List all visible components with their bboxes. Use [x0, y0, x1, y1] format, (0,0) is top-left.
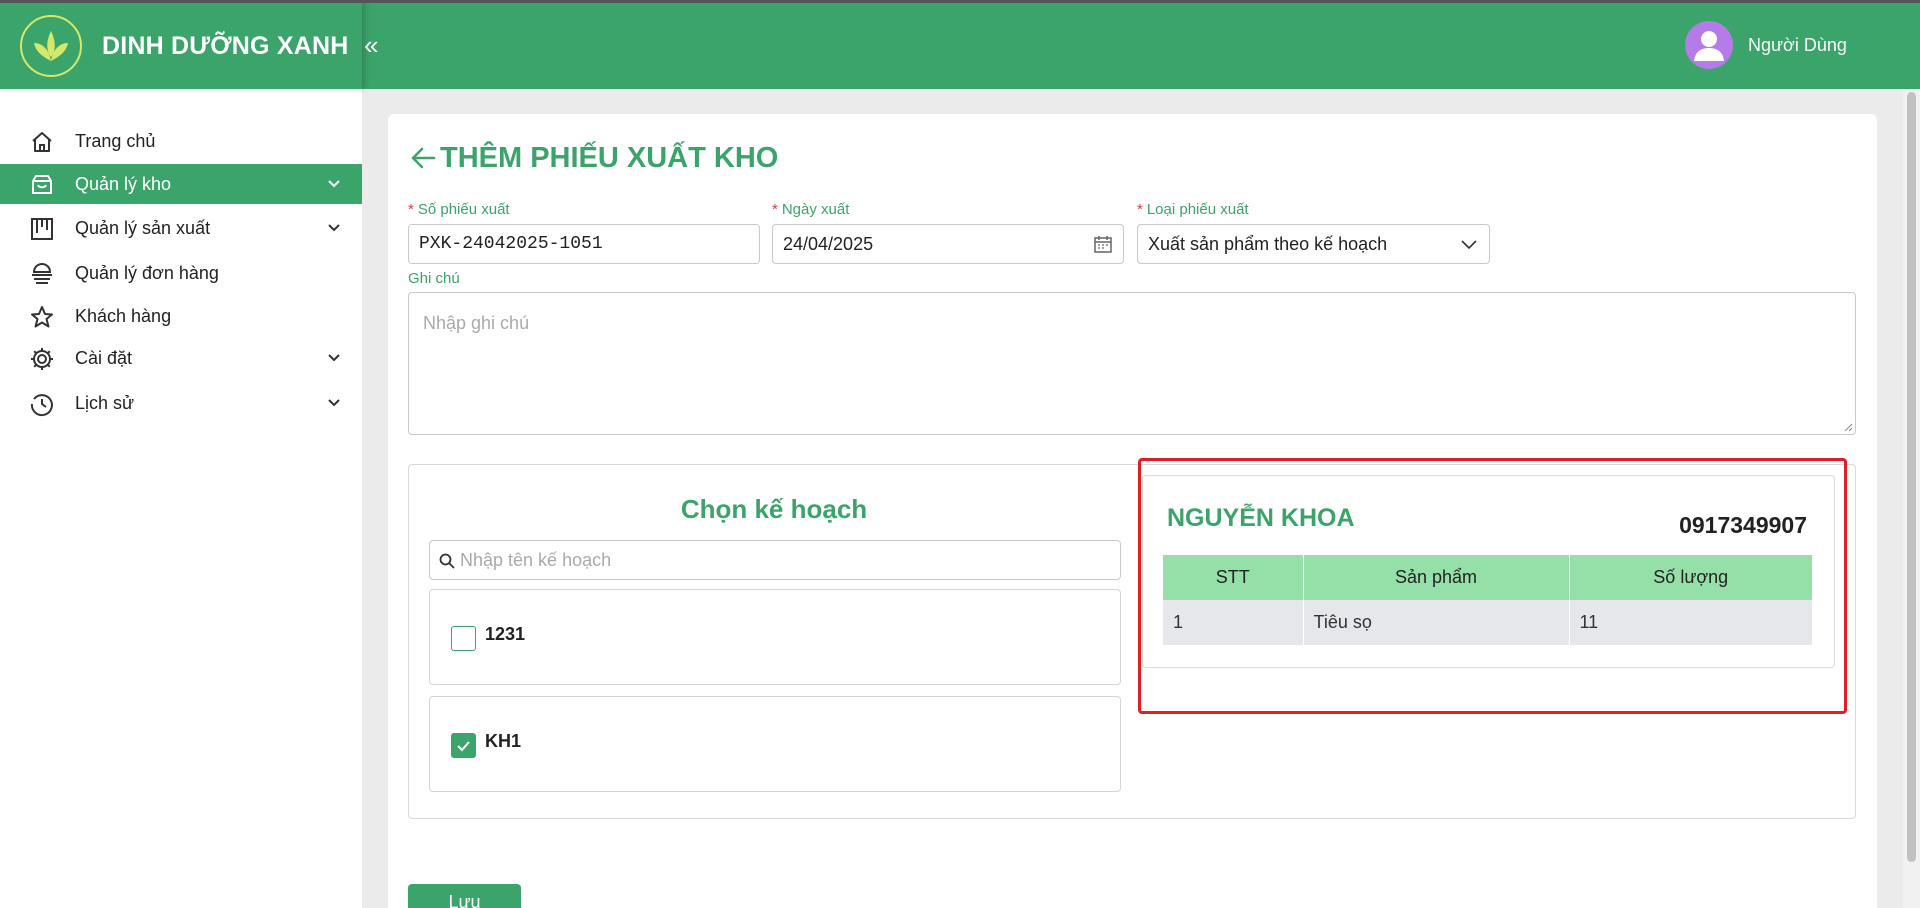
window-top-edge — [0, 0, 1920, 3]
sidebar-item-production[interactable]: Quản lý sản xuất — [0, 208, 362, 248]
sidebar-item-warehouse[interactable]: Quản lý kho — [0, 164, 362, 204]
calendar-icon[interactable] — [1093, 234, 1113, 254]
voucher-no-label: * Số phiếu xuất — [408, 201, 510, 218]
search-icon — [439, 553, 455, 569]
chevron-down-icon — [328, 224, 340, 232]
plan-checkbox[interactable] — [451, 626, 476, 651]
page-title-text: THÊM PHIẾU XUẤT KHO — [440, 141, 779, 174]
warehouse-icon — [32, 175, 52, 194]
back-arrow-icon[interactable] — [408, 143, 438, 173]
sidebar-item-label: Cài đặt — [75, 348, 133, 368]
date-label-text: Ngày xuất — [781, 201, 850, 218]
date-label: * Ngày xuất — [772, 201, 849, 218]
check-icon — [457, 741, 470, 752]
chevron-down-icon — [328, 354, 340, 362]
user-icon — [1694, 31, 1724, 61]
production-icon — [31, 218, 53, 240]
note-placeholder: Nhập ghi chú — [423, 313, 530, 333]
plan-item-1231[interactable]: 1231 — [429, 589, 1121, 685]
history-icon — [30, 394, 53, 417]
date-field[interactable]: 24/04/2025 — [772, 224, 1124, 264]
required-mark: * — [1137, 201, 1143, 218]
plan-code: 1231 — [485, 624, 526, 644]
sidebar-item-label: Trang chủ — [75, 131, 156, 151]
plan-section-title: Chọn kế hoạch — [680, 494, 868, 524]
orders-icon — [32, 262, 52, 284]
sidebar-item-settings[interactable]: Cài đặt — [0, 338, 362, 378]
voucher-no-field[interactable]: PXK-24042025-1051 — [408, 224, 760, 264]
chevron-down-icon — [328, 399, 340, 407]
sidebar-item-label: Quản lý đơn hàng — [75, 263, 219, 283]
save-button[interactable]: Lưu — [408, 884, 521, 908]
required-mark: * — [408, 201, 414, 218]
chevron-down-icon — [1461, 240, 1477, 250]
collapse-sidebar-button[interactable]: « — [364, 28, 384, 62]
sidebar-item-home[interactable]: Trang chủ — [0, 121, 362, 161]
plan-search-input[interactable] — [460, 541, 1110, 579]
plan-search[interactable] — [429, 540, 1121, 580]
sidebar-item-label: Lịch sử — [75, 393, 135, 413]
avatar[interactable] — [1685, 21, 1733, 69]
star-icon — [31, 306, 53, 328]
sidebar-item-label: Quản lý kho — [75, 174, 172, 194]
sidebar-item-orders[interactable]: Quản lý đơn hàng — [0, 253, 362, 293]
note-label: Ghi chú — [408, 270, 460, 287]
gear-icon — [31, 348, 53, 370]
sidebar-item-label: Quản lý sản xuất — [75, 218, 211, 238]
type-select[interactable]: Xuất sản phẩm theo kế hoạch — [1137, 224, 1490, 264]
plan-code: KH1 — [485, 731, 522, 751]
plan-item-kh1[interactable]: KH1 — [429, 696, 1121, 792]
brand-block: DINH DƯỠNG XANH — [0, 0, 362, 89]
sidebar-item-customers[interactable]: Khách hàng — [0, 296, 362, 336]
highlight-box — [1138, 458, 1847, 714]
chevron-down-icon — [328, 180, 340, 188]
type-label: * Loại phiếu xuất — [1137, 201, 1249, 218]
resize-handle-icon[interactable] — [1843, 422, 1853, 432]
home-icon — [32, 132, 52, 152]
note-textarea[interactable]: Nhập ghi chú — [408, 292, 1856, 435]
scrollbar-thumb[interactable] — [1907, 92, 1916, 862]
voucher-no-label-text: Số phiếu xuất — [417, 201, 510, 218]
sidebar-item-label: Khách hàng — [75, 306, 172, 326]
sidebar-item-history[interactable]: Lịch sử — [0, 383, 362, 423]
leaf-logo-icon — [20, 15, 82, 77]
type-label-text: Loại phiếu xuất — [1146, 201, 1249, 218]
user-name[interactable]: Người Dùng — [1748, 35, 1847, 56]
date-value: 24/04/2025 — [783, 234, 874, 254]
required-mark: * — [772, 201, 778, 218]
plan-checkbox[interactable] — [451, 733, 476, 758]
brand-name: DINH DƯỠNG XANH — [102, 32, 349, 60]
page-title: THÊM PHIẾU XUẤT KHO — [408, 140, 778, 176]
type-select-value: Xuất sản phẩm theo kế hoạch — [1148, 234, 1388, 254]
